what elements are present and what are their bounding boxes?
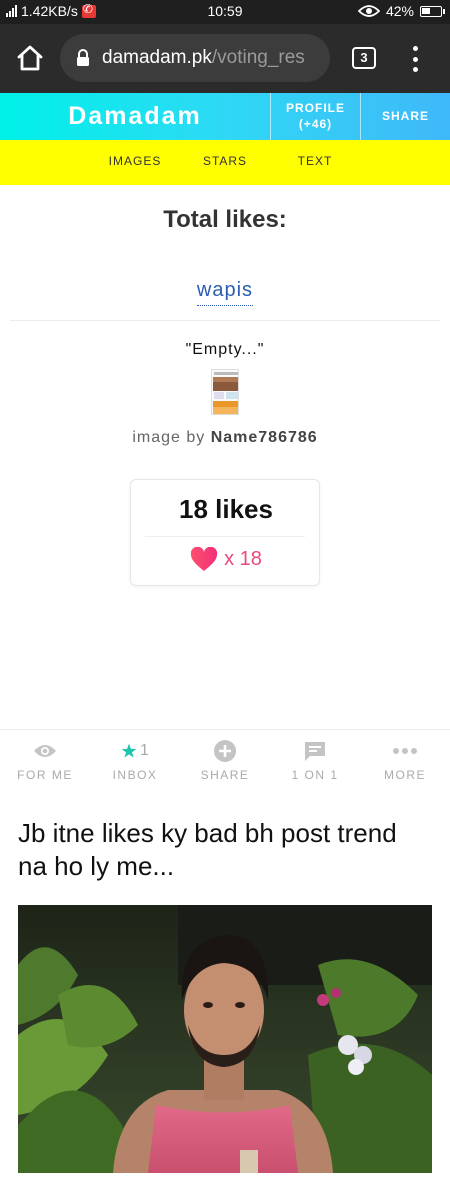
nav-stars[interactable]: STARS [180, 140, 270, 183]
url-host: damadam.pk [102, 47, 212, 68]
likes-card-divider [145, 536, 305, 537]
tab-switcher-button[interactable]: 3 [352, 47, 376, 69]
status-bar: 1.42KB/s 10:59 42% [0, 0, 450, 24]
chat-bubble-icon [305, 742, 325, 761]
overflow-menu-icon[interactable] [408, 46, 422, 72]
url-path: /voting_res [211, 47, 305, 68]
nav-text[interactable]: TEXT [270, 140, 360, 183]
bottom-nav: FOR ME 1 INBOX SHARE 1 ON 1 MORE [0, 729, 450, 795]
profile-button[interactable]: PROFILE (+46) [270, 93, 360, 140]
profile-count: (+46) [298, 117, 333, 131]
nav-for-me[interactable]: FOR ME [0, 730, 90, 796]
battery-icon [420, 5, 445, 17]
heart-icon [191, 547, 218, 571]
divider [10, 320, 440, 321]
nav-one-on-one-label: 1 ON 1 [291, 768, 339, 782]
back-link-row: wapis [0, 279, 450, 306]
plus-circle-icon [214, 740, 236, 762]
address-bar[interactable]: damadam.pk/voting_res [60, 34, 330, 82]
header-share-button[interactable]: SHARE [360, 93, 450, 140]
nav-share-label: SHARE [200, 768, 250, 782]
image-caption: "Empty..." [185, 341, 265, 358]
eye-icon [34, 745, 56, 757]
nav-share[interactable]: SHARE [180, 730, 270, 796]
nav-inbox[interactable]: 1 INBOX [90, 730, 180, 796]
nav-inbox-label: INBOX [112, 768, 158, 782]
lock-icon [77, 49, 89, 66]
eye-comfort-icon [357, 5, 380, 17]
page-title: Total likes: [163, 206, 287, 233]
post-photo [18, 905, 432, 1173]
post-thumbnail[interactable] [211, 369, 239, 415]
image-credit: image by Name786786 [0, 429, 450, 447]
likes-total: 18 likes [179, 494, 273, 524]
post-image[interactable] [18, 905, 432, 1173]
browser-toolbar: damadam.pk/voting_res 3 [0, 24, 450, 93]
ellipsis-icon [393, 748, 417, 754]
image-credit-user[interactable]: Name786786 [211, 429, 318, 446]
post-title: Jb itne likes ky bad bh post trend na ho… [18, 818, 397, 881]
brand-logo[interactable]: Damadam [0, 102, 270, 131]
inbox-count: 1 [140, 742, 149, 759]
thumbnail-image [212, 370, 238, 414]
nav-images[interactable]: IMAGES [90, 140, 180, 183]
profile-label: PROFILE [285, 101, 345, 115]
nav-for-me-label: FOR ME [17, 768, 73, 782]
likes-card: 18 likes x 18 [130, 479, 320, 586]
category-nav: IMAGES STARS TEXT [0, 140, 450, 185]
nav-more-label: MORE [384, 768, 426, 782]
likes-multiplier: x 18 [224, 548, 262, 570]
star-icon [121, 743, 137, 758]
site-header: Damadam PROFILE (+46) SHARE [0, 93, 450, 140]
likes-heart-row: x 18 [131, 547, 321, 572]
nav-more[interactable]: MORE [360, 730, 450, 796]
back-link[interactable]: wapis [196, 279, 254, 306]
nav-one-on-one[interactable]: 1 ON 1 [270, 730, 360, 796]
home-icon[interactable] [14, 42, 46, 74]
status-right: 42% [357, 3, 445, 19]
image-credit-prefix: image by [132, 429, 206, 446]
battery-percent: 42% [385, 3, 414, 19]
